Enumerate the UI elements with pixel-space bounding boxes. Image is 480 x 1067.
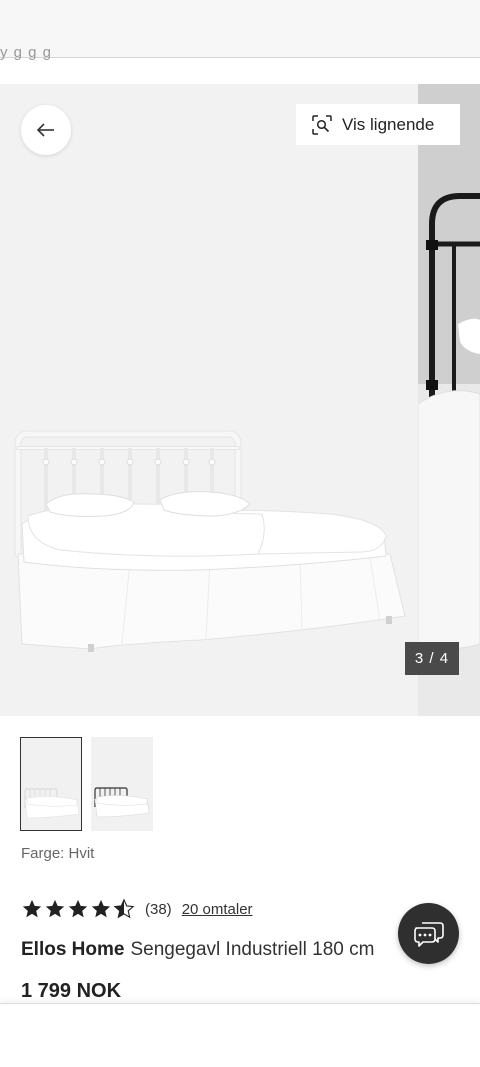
cut-off-text: y g g g <box>0 44 53 61</box>
white-bed-illustration <box>14 430 406 652</box>
product-image-gallery[interactable] <box>0 84 480 716</box>
star-full-icon <box>22 899 42 918</box>
star-full-icon <box>68 899 88 918</box>
product-image-black-bed-preview[interactable] <box>418 84 480 716</box>
white-bed-thumbnail-image <box>21 738 81 830</box>
show-similar-label: Vis lignende <box>342 114 435 134</box>
image-counter: 3 / 4 <box>405 642 459 675</box>
product-name: Sengegavl Industriell 180 cm <box>130 939 375 960</box>
black-bed-illustration <box>418 84 480 716</box>
thumbnail-black-bed[interactable] <box>91 737 153 831</box>
chat-button[interactable] <box>398 903 459 964</box>
star-rating <box>21 898 135 920</box>
star-full-icon <box>91 899 111 918</box>
star-full-icon <box>45 899 65 918</box>
bottom-bar <box>0 1003 480 1067</box>
black-bed-thumbnail-image <box>91 737 153 831</box>
product-title: Ellos Home Sengegavl Industriell 180 cm <box>21 939 421 961</box>
chat-bubbles-icon <box>413 921 444 947</box>
visual-search-icon <box>312 114 332 135</box>
star-half-icon <box>113 898 135 919</box>
rating-summary: (38) 20 omtaler <box>21 897 253 921</box>
back-button[interactable] <box>21 105 71 155</box>
color-label: Farge: Hvit <box>21 845 95 862</box>
rating-count: (38) <box>145 900 172 918</box>
thumbnail-white-bed[interactable] <box>20 737 82 831</box>
arrow-left-icon <box>37 123 54 137</box>
show-similar-button[interactable]: Vis lignende <box>296 104 460 145</box>
product-price: 1 799 NOK <box>21 980 122 1002</box>
reviews-link[interactable]: 20 omtaler <box>182 901 253 918</box>
brand-name[interactable]: Ellos Home <box>21 939 124 960</box>
product-image-white-bed[interactable] <box>0 84 418 716</box>
